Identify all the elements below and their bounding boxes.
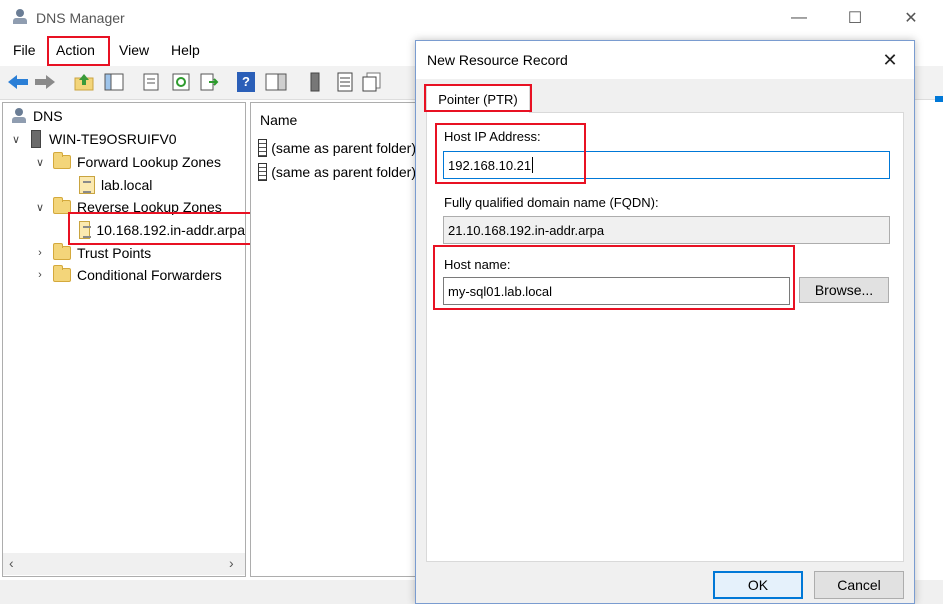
chevron-down-icon[interactable]: ∨	[9, 133, 23, 146]
cancel-button-label: Cancel	[837, 577, 881, 593]
tree-label-dns: DNS	[33, 108, 63, 124]
show-hide-console-tree-icon[interactable]	[104, 72, 124, 92]
chevron-right-icon[interactable]: ›	[33, 269, 47, 281]
list-item[interactable]: (same as parent folder)	[258, 161, 416, 183]
column-header-name[interactable]: Name	[260, 112, 297, 128]
ok-button[interactable]: OK	[713, 571, 803, 599]
back-icon[interactable]	[7, 73, 29, 91]
horizontal-scrollbar[interactable]: ‹ ›	[3, 553, 245, 575]
new-resource-record-dialog: New Resource Record ✕ Pointer (PTR) Host…	[415, 40, 915, 604]
window-edge-marker	[935, 96, 943, 102]
tree-item-server[interactable]: ∨ WIN-TE9OSRUIFV0	[9, 128, 177, 150]
tree-label-lab-local: lab.local	[101, 177, 153, 193]
folder-icon	[53, 152, 71, 169]
console-tree-pane[interactable]: DNS ∨ WIN-TE9OSRUIFV0 ∨ Forward Lookup Z…	[2, 102, 246, 577]
menu-file[interactable]: File	[13, 42, 36, 58]
help-icon[interactable]: ?	[237, 72, 255, 92]
server-icon	[31, 130, 41, 148]
tree-item-trust-points[interactable]: › Trust Points	[33, 242, 151, 264]
folder-icon	[53, 265, 71, 282]
dialog-close-button[interactable]: ✕	[872, 47, 908, 73]
tree-item-dns[interactable]: DNS	[11, 105, 63, 127]
tree-item-conditional-forwarders[interactable]: › Conditional Forwarders	[33, 264, 222, 286]
scroll-right-icon[interactable]: ›	[229, 555, 234, 571]
browse-button-label: Browse...	[814, 282, 874, 298]
forward-icon[interactable]	[34, 73, 56, 91]
export-list-icon[interactable]	[199, 72, 219, 92]
up-folder-icon[interactable]	[74, 72, 94, 92]
new-record-icon[interactable]	[362, 72, 382, 92]
tree-label-trust-points: Trust Points	[77, 245, 152, 261]
dialog-title: New Resource Record	[427, 52, 568, 68]
folder-icon	[53, 243, 71, 260]
fqdn-label: Fully qualified domain name (FQDN):	[444, 195, 659, 210]
host-ip-highlight	[435, 123, 586, 184]
maximize-button[interactable]: ☐	[832, 6, 878, 30]
tab-highlight	[424, 84, 532, 112]
server-icon[interactable]	[308, 72, 322, 92]
chevron-right-icon[interactable]: ›	[33, 247, 47, 259]
host-name-highlight	[433, 245, 795, 310]
menu-view[interactable]: View	[119, 42, 149, 58]
action-menu-highlight	[47, 36, 110, 66]
minimize-button[interactable]: —	[776, 6, 822, 30]
refresh-icon[interactable]	[171, 72, 191, 92]
record-list-icon[interactable]	[336, 72, 354, 92]
show-action-pane-icon[interactable]	[265, 72, 287, 92]
dns-icon	[11, 108, 27, 124]
reverse-zone-highlight	[68, 212, 257, 245]
list-item-name: (same as parent folder)	[271, 140, 416, 156]
chevron-down-icon[interactable]: ∨	[33, 201, 47, 214]
tree-label-server: WIN-TE9OSRUIFV0	[49, 131, 177, 147]
list-item-name: (same as parent folder)	[271, 164, 416, 180]
window-title: DNS Manager	[36, 10, 125, 26]
properties-icon[interactable]	[141, 72, 161, 92]
fqdn-field: 21.10.168.192.in-addr.arpa	[443, 216, 890, 244]
tree-item-lab-local[interactable]: lab.local	[79, 174, 152, 196]
tree-label-conditional-forwarders: Conditional Forwarders	[77, 267, 222, 283]
close-window-button[interactable]: ✕	[888, 6, 934, 30]
tree-label-forward-lookup-zones: Forward Lookup Zones	[77, 154, 221, 170]
tree-item-forward-lookup-zones[interactable]: ∨ Forward Lookup Zones	[33, 151, 221, 173]
browse-button[interactable]: Browse...	[799, 277, 889, 303]
menu-help[interactable]: Help	[171, 42, 200, 58]
chevron-down-icon[interactable]: ∨	[33, 156, 47, 169]
details-pane[interactable]: Name (same as parent folder) (same as pa…	[250, 102, 416, 577]
record-icon	[258, 163, 268, 181]
zone-icon	[79, 176, 95, 194]
list-item[interactable]: (same as parent folder)	[258, 137, 416, 159]
scroll-left-icon[interactable]: ‹	[9, 555, 14, 571]
dns-manager-app-icon	[12, 9, 28, 25]
fqdn-value: 21.10.168.192.in-addr.arpa	[448, 222, 605, 238]
record-icon	[258, 139, 268, 157]
cancel-button[interactable]: Cancel	[814, 571, 904, 599]
ok-button-label: OK	[747, 577, 769, 593]
